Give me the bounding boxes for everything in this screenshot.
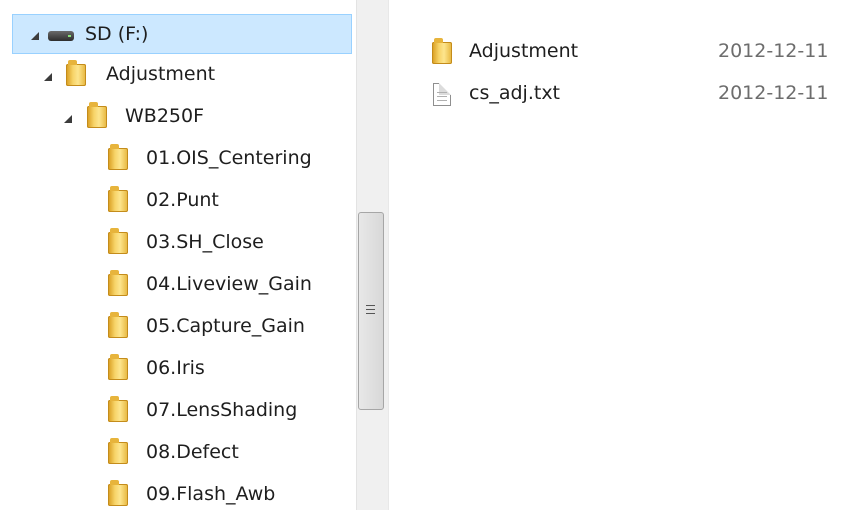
folder-icon <box>108 186 128 212</box>
tree-item-wb250f[interactable]: WB250F <box>0 96 350 136</box>
tree-item-04-liveview-gain[interactable]: 04.Liveview_Gain <box>0 264 350 304</box>
drive-icon <box>48 31 74 41</box>
tree-item-label: WB250F <box>125 105 205 127</box>
file-list-item-cs-adj-txt[interactable]: cs_adj.txt 2012-12-11 <box>428 80 849 110</box>
tree-item-07-lensshading[interactable]: 07.LensShading <box>0 390 350 430</box>
folder-icon <box>108 312 128 338</box>
tree-item-label: 01.OIS_Centering <box>146 147 312 169</box>
folder-icon <box>87 102 107 128</box>
file-date: 2012-12-11 <box>718 82 829 104</box>
scrollbar-grip-icon <box>366 305 375 306</box>
scrollbar-grip-icon <box>366 313 375 314</box>
text-file-icon <box>433 83 451 106</box>
tree-item-01-ois-centering[interactable]: 01.OIS_Centering <box>0 138 350 178</box>
folder-icon <box>66 60 86 86</box>
tree-item-06-iris[interactable]: 06.Iris <box>0 348 350 388</box>
tree-item-adjustment[interactable]: Adjustment <box>0 54 350 94</box>
expanded-arrow-icon[interactable] <box>44 73 52 81</box>
tree-item-sd-drive[interactable]: SD (F:) <box>12 14 352 54</box>
file-date: 2012-12-11 <box>718 40 829 62</box>
tree-item-09-flash-awb[interactable]: 09.Flash_Awb <box>0 474 350 514</box>
tree-item-label: 06.Iris <box>146 357 205 379</box>
folder-icon <box>108 354 128 380</box>
navigation-tree-pane: SD (F:) Adjustment WB250F 01.OIS_Centeri… <box>0 0 388 510</box>
folder-icon <box>432 38 452 64</box>
file-list-item-adjustment[interactable]: Adjustment 2012-12-11 <box>428 38 849 68</box>
tree-item-03-sh-close[interactable]: 03.SH_Close <box>0 222 350 262</box>
tree-item-label: 03.SH_Close <box>146 231 264 253</box>
tree-item-label: 02.Punt <box>146 189 219 211</box>
folder-icon <box>108 144 128 170</box>
file-name: cs_adj.txt <box>469 82 561 104</box>
tree-item-label: SD (F:) <box>85 23 149 45</box>
tree-item-02-punt[interactable]: 02.Punt <box>0 180 350 220</box>
folder-icon <box>108 270 128 296</box>
tree-item-08-defect[interactable]: 08.Defect <box>0 432 350 472</box>
expanded-arrow-icon[interactable] <box>31 32 39 40</box>
tree-item-label: Adjustment <box>106 63 216 85</box>
tree-item-label: 05.Capture_Gain <box>146 315 305 337</box>
file-name: Adjustment <box>469 40 579 62</box>
scrollbar-grip-icon <box>366 309 375 310</box>
tree-item-label: 08.Defect <box>146 441 239 463</box>
folder-icon <box>108 228 128 254</box>
tree-item-label: 04.Liveview_Gain <box>146 273 312 295</box>
scrollbar-thumb[interactable] <box>358 212 384 410</box>
tree-item-05-capture-gain[interactable]: 05.Capture_Gain <box>0 306 350 346</box>
tree-item-label: 09.Flash_Awb <box>146 483 276 505</box>
pane-divider[interactable] <box>388 0 389 510</box>
folder-icon <box>108 396 128 422</box>
tree-item-label: 07.LensShading <box>146 399 298 421</box>
expanded-arrow-icon[interactable] <box>64 115 72 123</box>
folder-icon <box>108 438 128 464</box>
folder-icon <box>108 480 128 506</box>
